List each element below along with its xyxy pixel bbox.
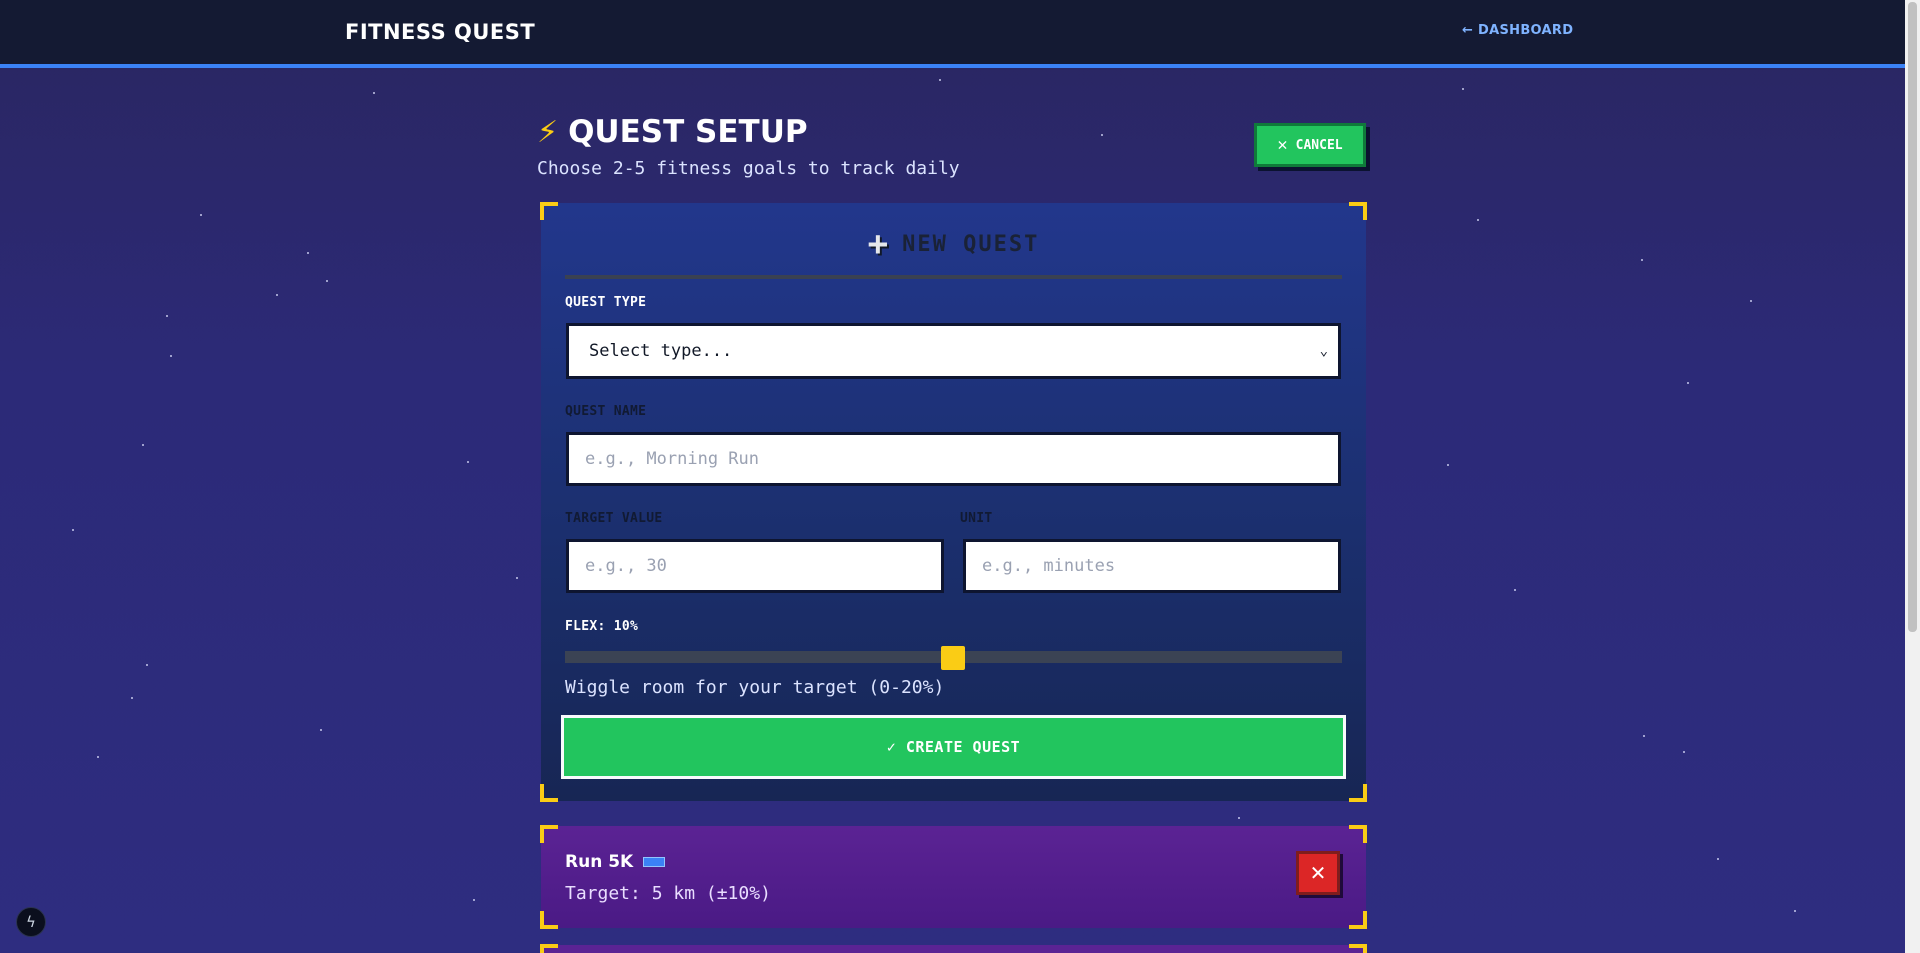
page-subtitle: Choose 2-5 fitness goals to track daily	[537, 158, 960, 179]
target-value-input[interactable]: e.g., 30	[566, 539, 944, 593]
new-quest-form: + NEW QUEST QUEST TYPE Select type... ⌄ …	[540, 202, 1367, 802]
quest-target: Target: 5 km (±10%)	[565, 883, 771, 904]
quest-type-selected: Select type...	[589, 341, 733, 361]
quest-card: Run 5K Target: 5 km (±10%) ✕	[540, 825, 1367, 929]
quest-name: Run 5K	[565, 852, 666, 872]
corner-bracket	[1349, 911, 1367, 929]
dashboard-link[interactable]: ← DASHBOARD	[1462, 23, 1573, 38]
corner-bracket	[1349, 944, 1367, 953]
divider	[565, 275, 1342, 279]
delete-quest-button[interactable]: ✕	[1296, 851, 1340, 895]
quest-name-input[interactable]: e.g., Morning Run	[566, 432, 1341, 486]
flex-hint: Wiggle room for your target (0-20%)	[565, 677, 945, 698]
corner-bracket	[540, 944, 558, 953]
create-quest-label: ✓ CREATE QUEST	[886, 738, 1021, 756]
form-title-text: NEW QUEST	[902, 231, 1040, 257]
cancel-button[interactable]: ✕ CANCEL	[1254, 123, 1366, 167]
top-navbar: FITNESS QUEST ← DASHBOARD	[0, 0, 1905, 68]
flex-slider-thumb[interactable]	[941, 646, 965, 670]
corner-bracket	[540, 784, 558, 802]
unit-placeholder: e.g., minutes	[982, 556, 1116, 576]
unit-label: UNIT	[960, 511, 993, 526]
close-icon: ✕	[1277, 135, 1288, 155]
page-scrollbar[interactable]	[1905, 0, 1920, 953]
quest-type-label: QUEST TYPE	[565, 295, 647, 310]
quest-type-badge-icon	[643, 857, 666, 867]
brand-logo[interactable]: FITNESS QUEST	[345, 20, 535, 44]
close-icon: ✕	[1309, 861, 1327, 885]
cancel-button-label: CANCEL	[1295, 137, 1343, 153]
flex-label: FLEX: 10%	[565, 619, 639, 634]
target-value-placeholder: e.g., 30	[585, 556, 667, 576]
quest-type-select[interactable]: Select type... ⌄	[566, 323, 1341, 379]
target-value-label: TARGET VALUE	[565, 511, 663, 526]
chevron-down-icon: ⌄	[1319, 343, 1328, 359]
lightning-bolt-icon: ⚡	[537, 114, 559, 150]
page-title: ⚡ QUEST SETUP	[537, 114, 808, 150]
page-title-text: QUEST SETUP	[568, 114, 808, 150]
create-quest-button[interactable]: ✓ CREATE QUEST	[561, 715, 1346, 779]
lightning-bolt-icon[interactable]: ϟ	[16, 907, 46, 937]
corner-bracket	[540, 911, 558, 929]
quest-name-placeholder: e.g., Morning Run	[585, 449, 759, 469]
unit-input[interactable]: e.g., minutes	[963, 539, 1341, 593]
corner-bracket	[540, 202, 558, 220]
quest-name-label: QUEST NAME	[565, 404, 647, 419]
corner-bracket	[1349, 784, 1367, 802]
quest-card	[540, 944, 1367, 953]
plus-icon: +	[867, 224, 891, 264]
quest-name-text: Run 5K	[565, 852, 634, 872]
corner-bracket	[540, 825, 558, 843]
form-title: + NEW QUEST	[541, 227, 1366, 261]
corner-bracket	[1349, 202, 1367, 220]
scrollbar-thumb[interactable]	[1908, 2, 1917, 632]
corner-bracket	[1349, 825, 1367, 843]
